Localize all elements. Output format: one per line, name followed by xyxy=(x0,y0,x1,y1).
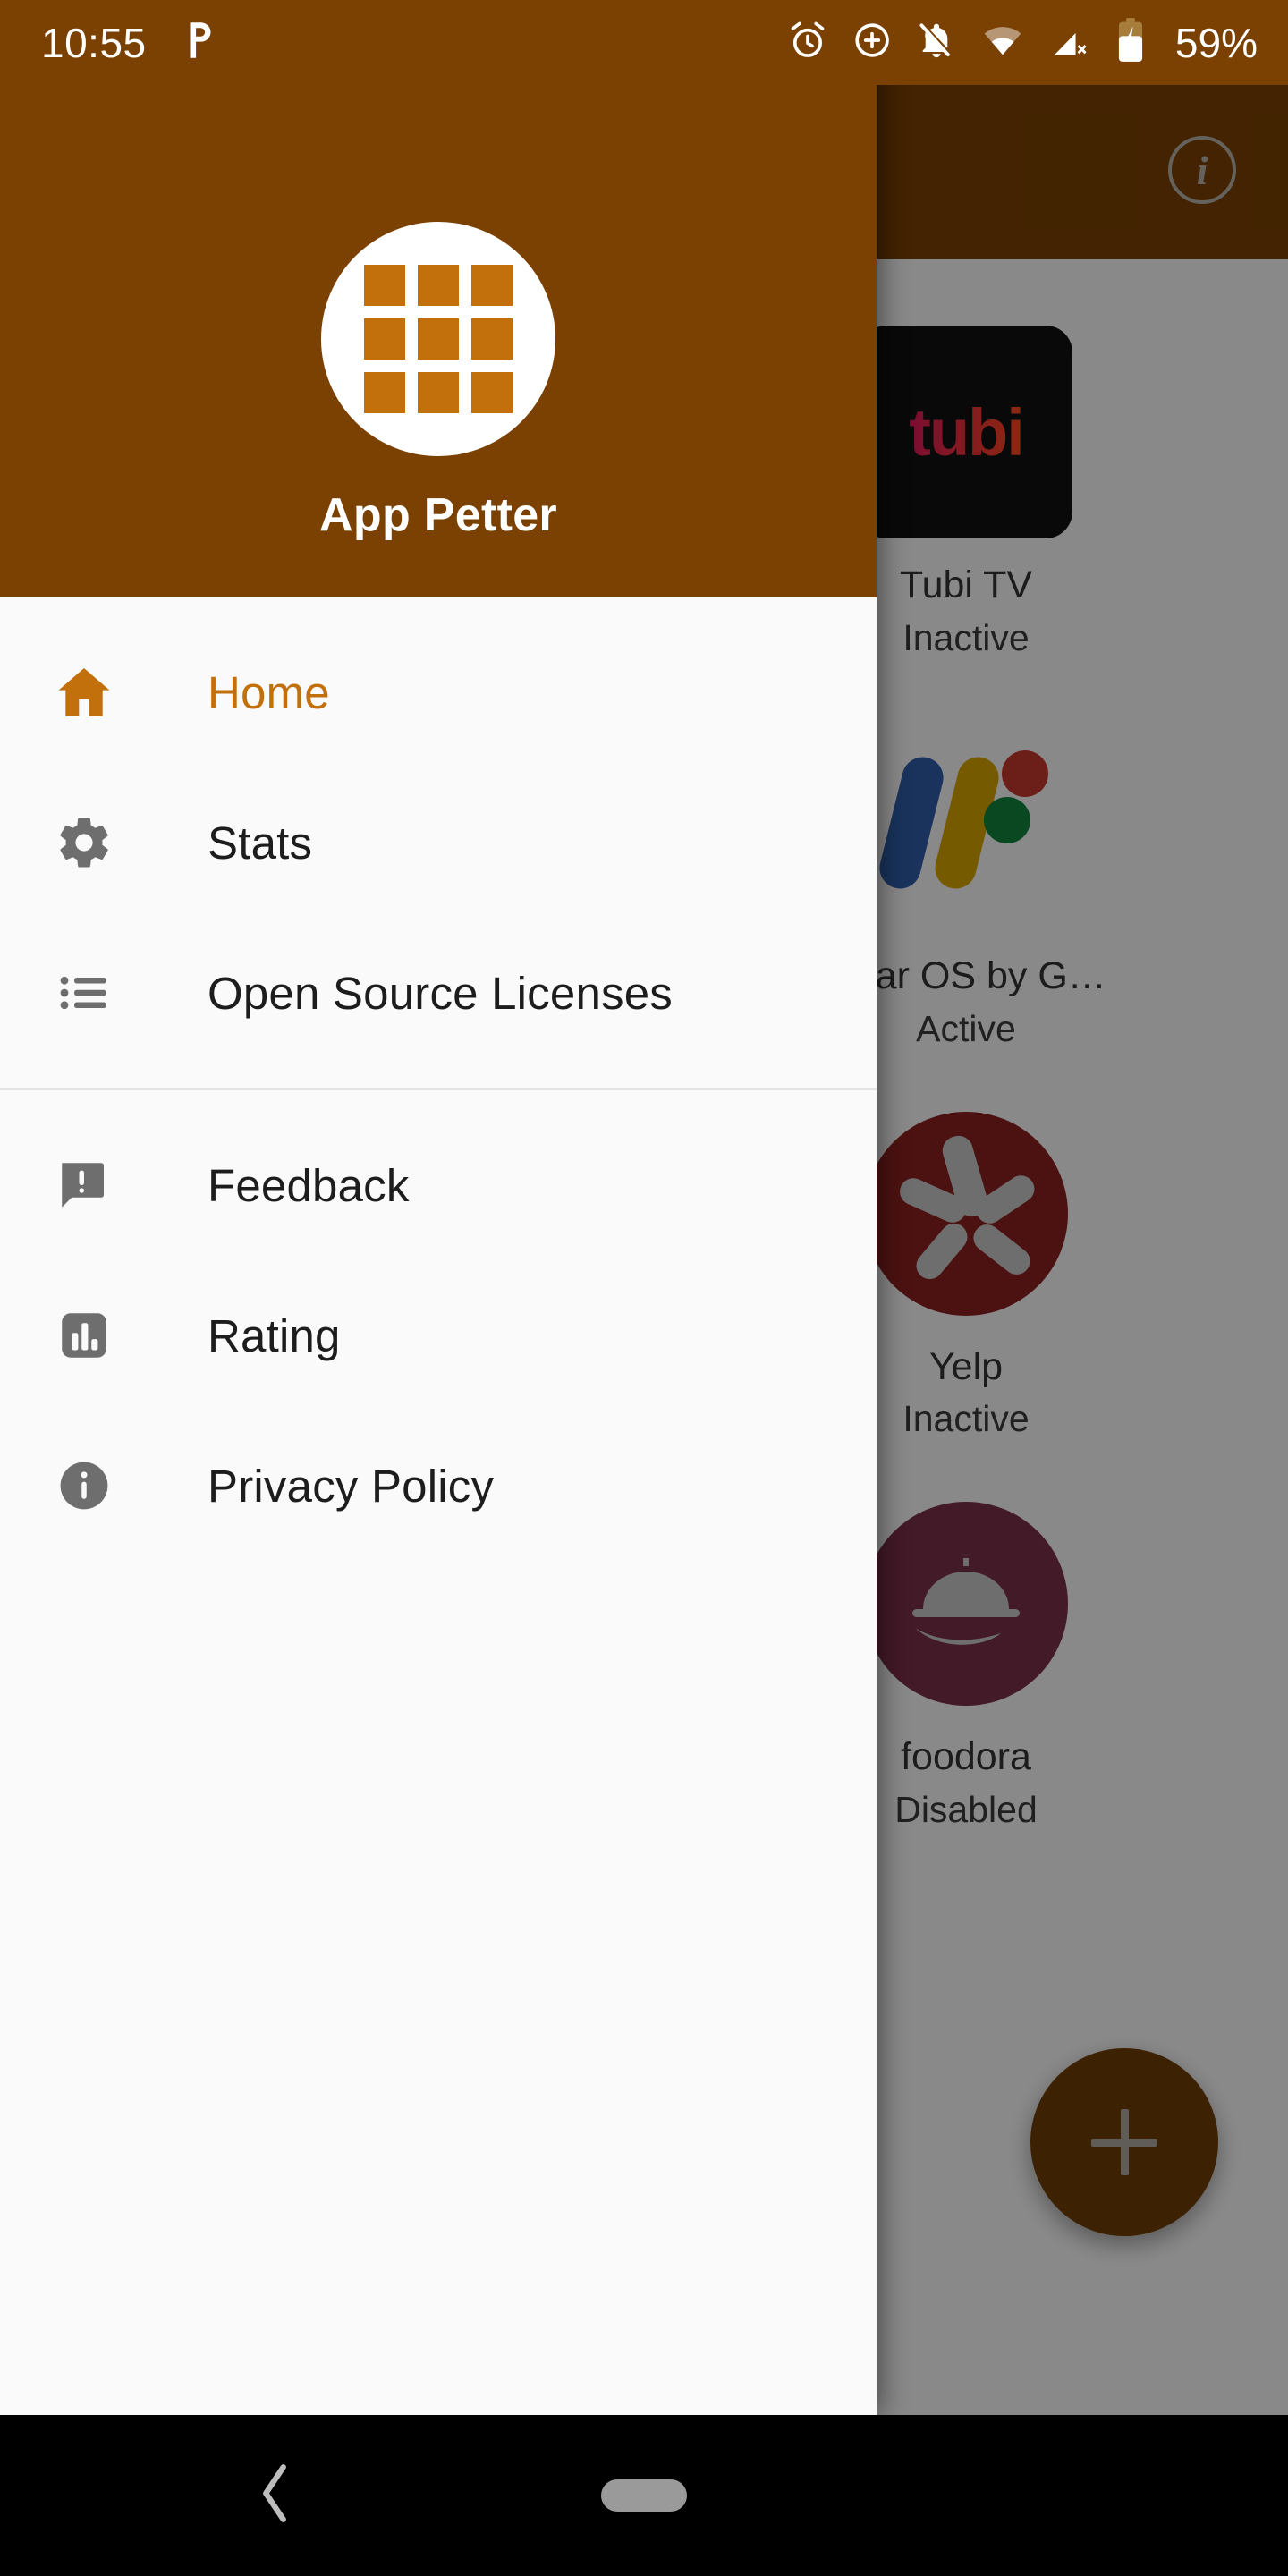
system-navigation-bar xyxy=(0,2415,1288,2576)
sidebar-item-label: Privacy Policy xyxy=(208,1460,495,1512)
cellular-off-icon xyxy=(1048,20,1091,65)
notifications-off-icon xyxy=(916,20,957,65)
sidebar-item-label: Feedback xyxy=(208,1159,410,1211)
dnd-add-icon xyxy=(852,20,893,65)
sidebar-item-label: Home xyxy=(208,666,330,718)
sidebar-item-rating[interactable]: Rating xyxy=(0,1260,877,1411)
sidebar-item-feedback[interactable]: Feedback xyxy=(0,1110,877,1260)
sidebar-item-label: Open Source Licenses xyxy=(208,967,673,1019)
home-pill-icon[interactable] xyxy=(601,2479,687,2512)
grid-apps-icon xyxy=(321,222,555,456)
nav-group-primary: Home Stats Open Source Licenses xyxy=(0,597,877,1080)
alarm-icon xyxy=(787,20,828,65)
list-icon xyxy=(47,963,122,1022)
sidebar-item-label: Stats xyxy=(208,817,313,869)
status-bar: 10:55 59% xyxy=(0,0,1288,85)
gear-icon xyxy=(47,813,122,872)
sidebar-item-open-source-licenses[interactable]: Open Source Licenses xyxy=(0,918,877,1068)
sidebar-item-privacy-policy[interactable]: Privacy Policy xyxy=(0,1411,877,1561)
drawer-header: App Petter xyxy=(0,0,877,597)
sidebar-item-label: Rating xyxy=(208,1309,341,1361)
battery-percent: 59% xyxy=(1174,19,1258,66)
info-circle-icon xyxy=(47,1456,122,1515)
wifi-icon xyxy=(980,20,1025,65)
status-bar-left: 10:55 xyxy=(41,19,218,67)
drawer-app-title: App Petter xyxy=(319,489,557,541)
feedback-bubble-icon xyxy=(47,1156,122,1215)
home-icon xyxy=(47,660,122,724)
back-chevron-icon[interactable] xyxy=(252,2459,297,2533)
status-bar-right: 59% xyxy=(787,18,1258,67)
nav-group-secondary: Feedback Rating Privacy Policy xyxy=(0,1090,877,1573)
status-clock: 10:55 xyxy=(41,19,147,66)
bar-chart-icon xyxy=(47,1306,122,1365)
sidebar-item-home[interactable]: Home xyxy=(0,617,877,767)
navigation-drawer: App Petter Home Stats Open Source Licens… xyxy=(0,0,877,2415)
pocketcasts-p-icon xyxy=(182,20,218,65)
battery-charging-icon xyxy=(1114,18,1147,67)
sidebar-item-stats[interactable]: Stats xyxy=(0,767,877,918)
